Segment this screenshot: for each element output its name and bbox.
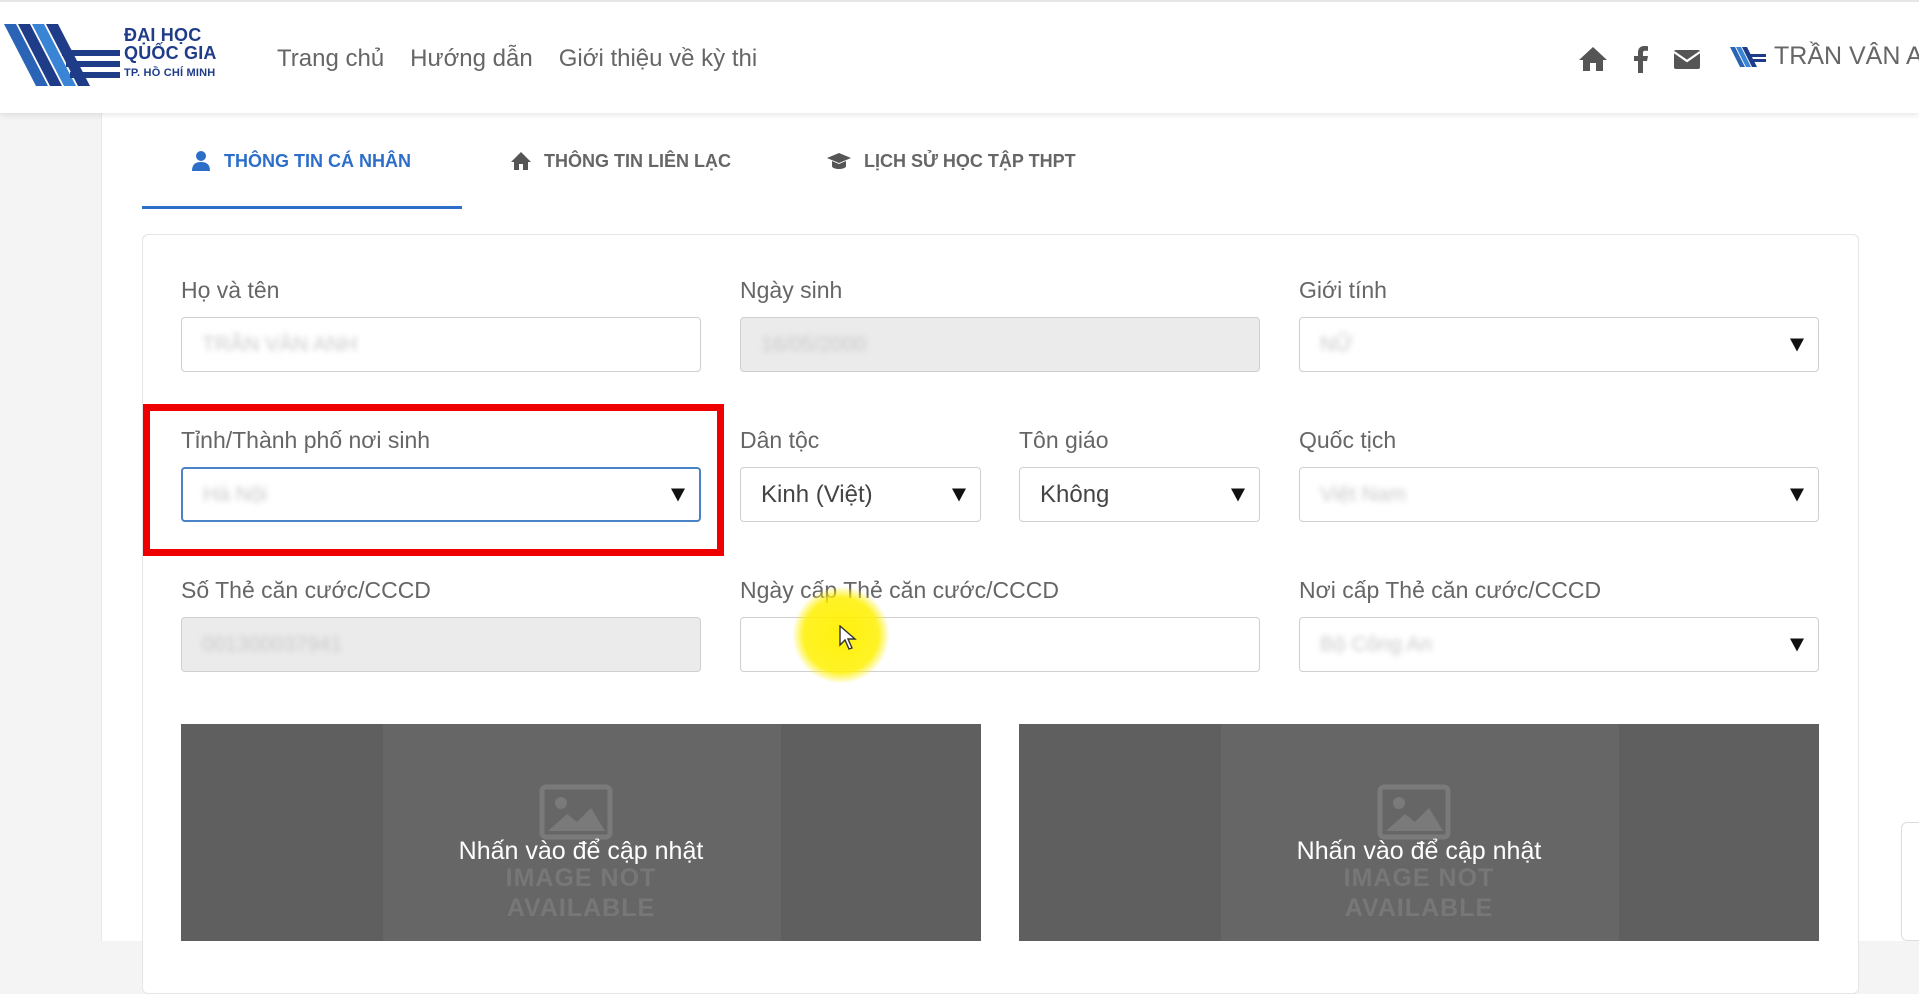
user-logo-icon — [1730, 46, 1766, 67]
main-nav: Trang chủ Hướng dẫn Giới thiệu về kỳ thi — [277, 45, 757, 73]
logo-text: ĐẠI HỌC QUỐC GIA TP. HỒ CHÍ MINH — [124, 26, 217, 82]
nationality-label: Quốc tịch — [1299, 427, 1397, 453]
id-issue-date-input[interactable] — [740, 617, 1260, 672]
religion-label: Tôn giáo — [1019, 427, 1109, 453]
user-name: TRẦN VÂN A — [1774, 42, 1919, 70]
id-front-image-upload[interactable]: IMAGE NOT AVAILABLE Nhấn vào để cập nhật — [181, 724, 981, 941]
caret-down-icon — [1790, 488, 1804, 501]
ethnicity-select[interactable]: Kinh (Việt) — [740, 467, 981, 522]
id-number-value: 001300037941 — [202, 632, 343, 656]
home-icon[interactable] — [1578, 44, 1608, 74]
upload-cta-text: Nhấn vào để cập nhật — [458, 837, 704, 865]
religion-value: Không — [1040, 480, 1110, 508]
id-number-input[interactable]: 001300037941 — [181, 617, 701, 672]
full-name-input[interactable]: TRẦN VÂN ANH — [181, 317, 701, 372]
nav-guide-link[interactable]: Hướng dẫn — [410, 45, 533, 73]
tab-contact-info-label: THÔNG TIN LIÊN LẠC — [544, 150, 731, 171]
dob-label: Ngày sinh — [740, 277, 843, 303]
facebook-icon[interactable] — [1630, 44, 1650, 74]
side-widget-edge[interactable] — [1901, 822, 1919, 941]
birthplace-value: Hà Nội — [203, 482, 268, 506]
gender-select[interactable]: NỮ — [1299, 317, 1819, 372]
tab-school-history-label: LỊCH SỬ HỌC TẬP THPT — [864, 150, 1076, 171]
image-not-available-line1: IMAGE NOT — [1343, 864, 1495, 892]
image-icon — [1377, 784, 1451, 840]
full-name-value: TRẦN VÂN ANH — [202, 332, 358, 356]
caret-down-icon — [1231, 488, 1245, 501]
gender-label: Giới tính — [1299, 277, 1387, 303]
caret-down-icon — [1790, 638, 1804, 651]
mail-icon[interactable] — [1672, 44, 1702, 74]
ethnicity-value: Kinh (Việt) — [761, 480, 873, 508]
profile-tabs: THÔNG TIN CÁ NHÂN THÔNG TIN LIÊN LẠC LỊC… — [142, 113, 1742, 209]
id-issue-place-select[interactable]: Bộ Công An — [1299, 617, 1819, 672]
full-name-label: Họ và tên — [181, 277, 280, 303]
tab-contact-info[interactable]: THÔNG TIN LIÊN LẠC — [510, 113, 731, 209]
header-icon-group — [1578, 44, 1724, 74]
nav-home-link[interactable]: Trang chủ — [277, 45, 384, 73]
image-not-available-line2: AVAILABLE — [1344, 894, 1494, 922]
id-number-label: Số Thẻ căn cước/CCCD — [181, 577, 431, 603]
caret-down-icon — [671, 488, 685, 501]
image-icon — [539, 784, 613, 840]
id-issue-place-value: Bộ Công An — [1320, 632, 1433, 656]
nationality-value: Việt Nam — [1320, 482, 1406, 506]
logo-mark-icon — [4, 24, 120, 86]
id-issue-date-label: Ngày cấp Thẻ căn cước/CCCD — [740, 577, 1059, 603]
graduation-cap-icon — [826, 150, 852, 172]
birthplace-select[interactable]: Hà Nội — [181, 467, 701, 522]
image-not-available-line1: IMAGE NOT — [505, 864, 657, 892]
gender-value: NỮ — [1320, 332, 1354, 356]
id-issue-place-label: Nơi cấp Thẻ căn cước/CCCD — [1299, 577, 1602, 603]
dob-value: 16/05/2000 — [761, 332, 867, 356]
mouse-cursor-icon — [839, 625, 857, 650]
nav-about-link[interactable]: Giới thiệu về kỳ thi — [559, 45, 757, 73]
tab-personal-info[interactable]: THÔNG TIN CÁ NHÂN — [190, 113, 411, 209]
caret-down-icon — [952, 488, 966, 501]
user-icon — [190, 150, 212, 172]
vnu-hcm-logo[interactable]: ĐẠI HỌC QUỐC GIA TP. HỒ CHÍ MINH — [4, 20, 234, 95]
birthplace-label: Tỉnh/Thành phố nơi sinh — [181, 427, 431, 453]
ethnicity-label: Dân tộc — [740, 427, 820, 453]
upload-cta-text: Nhấn vào để cập nhật — [1296, 837, 1542, 865]
tab-personal-info-label: THÔNG TIN CÁ NHÂN — [224, 150, 411, 171]
id-back-image-upload[interactable]: IMAGE NOT AVAILABLE Nhấn vào để cập nhật — [1019, 724, 1819, 941]
home-icon — [510, 150, 532, 172]
top-header: ĐẠI HỌC QUỐC GIA TP. HỒ CHÍ MINH Trang c… — [0, 0, 1919, 113]
logo-line-3: TP. HỒ CHÍ MINH — [124, 67, 216, 79]
dob-input[interactable]: 16/05/2000 — [740, 317, 1260, 372]
religion-select[interactable]: Không — [1019, 467, 1260, 522]
caret-down-icon — [1790, 338, 1804, 351]
logo-line-2: QUỐC GIA — [124, 43, 217, 63]
nationality-select[interactable]: Việt Nam — [1299, 467, 1819, 522]
logo-line-1: ĐẠI HỌC — [124, 25, 202, 45]
image-not-available-line2: AVAILABLE — [506, 894, 656, 922]
user-menu[interactable]: TRẦN VÂN A — [1730, 42, 1919, 71]
tab-school-history[interactable]: LỊCH SỬ HỌC TẬP THPT — [826, 113, 1076, 209]
active-tab-indicator — [142, 206, 462, 209]
